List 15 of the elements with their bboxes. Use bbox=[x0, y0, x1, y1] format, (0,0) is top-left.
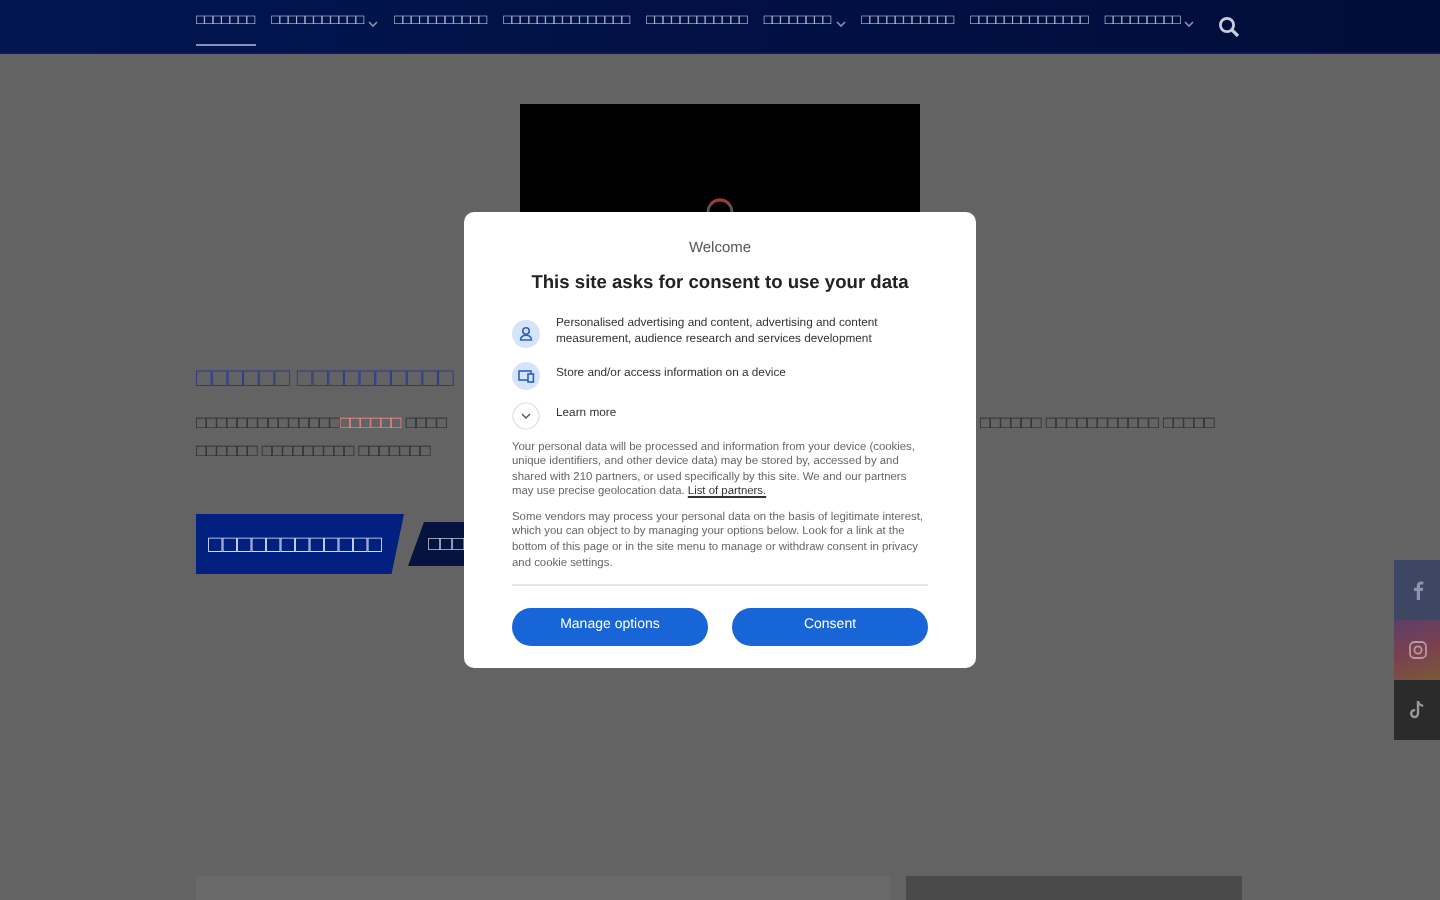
instagram-icon[interactable] bbox=[1407, 640, 1427, 660]
article-text: □□□□□□□□□□□□□□□□□□□□ □□□□ bbox=[196, 414, 447, 431]
article-text: □□□□□□ □□□□□□□□□ □□□□□□□ bbox=[196, 441, 431, 458]
spinner-icon bbox=[706, 198, 734, 212]
chevron-icon bbox=[512, 401, 540, 430]
devices-icon bbox=[512, 361, 540, 390]
article-text: □□□□□□ □□□□□□□□□□□ □□□□□ bbox=[980, 414, 1215, 431]
search-icon[interactable] bbox=[1218, 15, 1241, 37]
category-tab[interactable]: □□□ bbox=[408, 522, 468, 566]
person-icon bbox=[512, 319, 540, 348]
article-heading: □□□□□□ □□□□□□□□□□ bbox=[196, 364, 454, 390]
tiktok-icon[interactable] bbox=[1408, 700, 1426, 720]
facebook-icon[interactable] bbox=[1411, 580, 1423, 600]
category-tab[interactable]: □□□□□□□□□□□□ bbox=[196, 514, 404, 574]
dialog-title: This site asks for consent to use your data bbox=[529, 270, 911, 297]
